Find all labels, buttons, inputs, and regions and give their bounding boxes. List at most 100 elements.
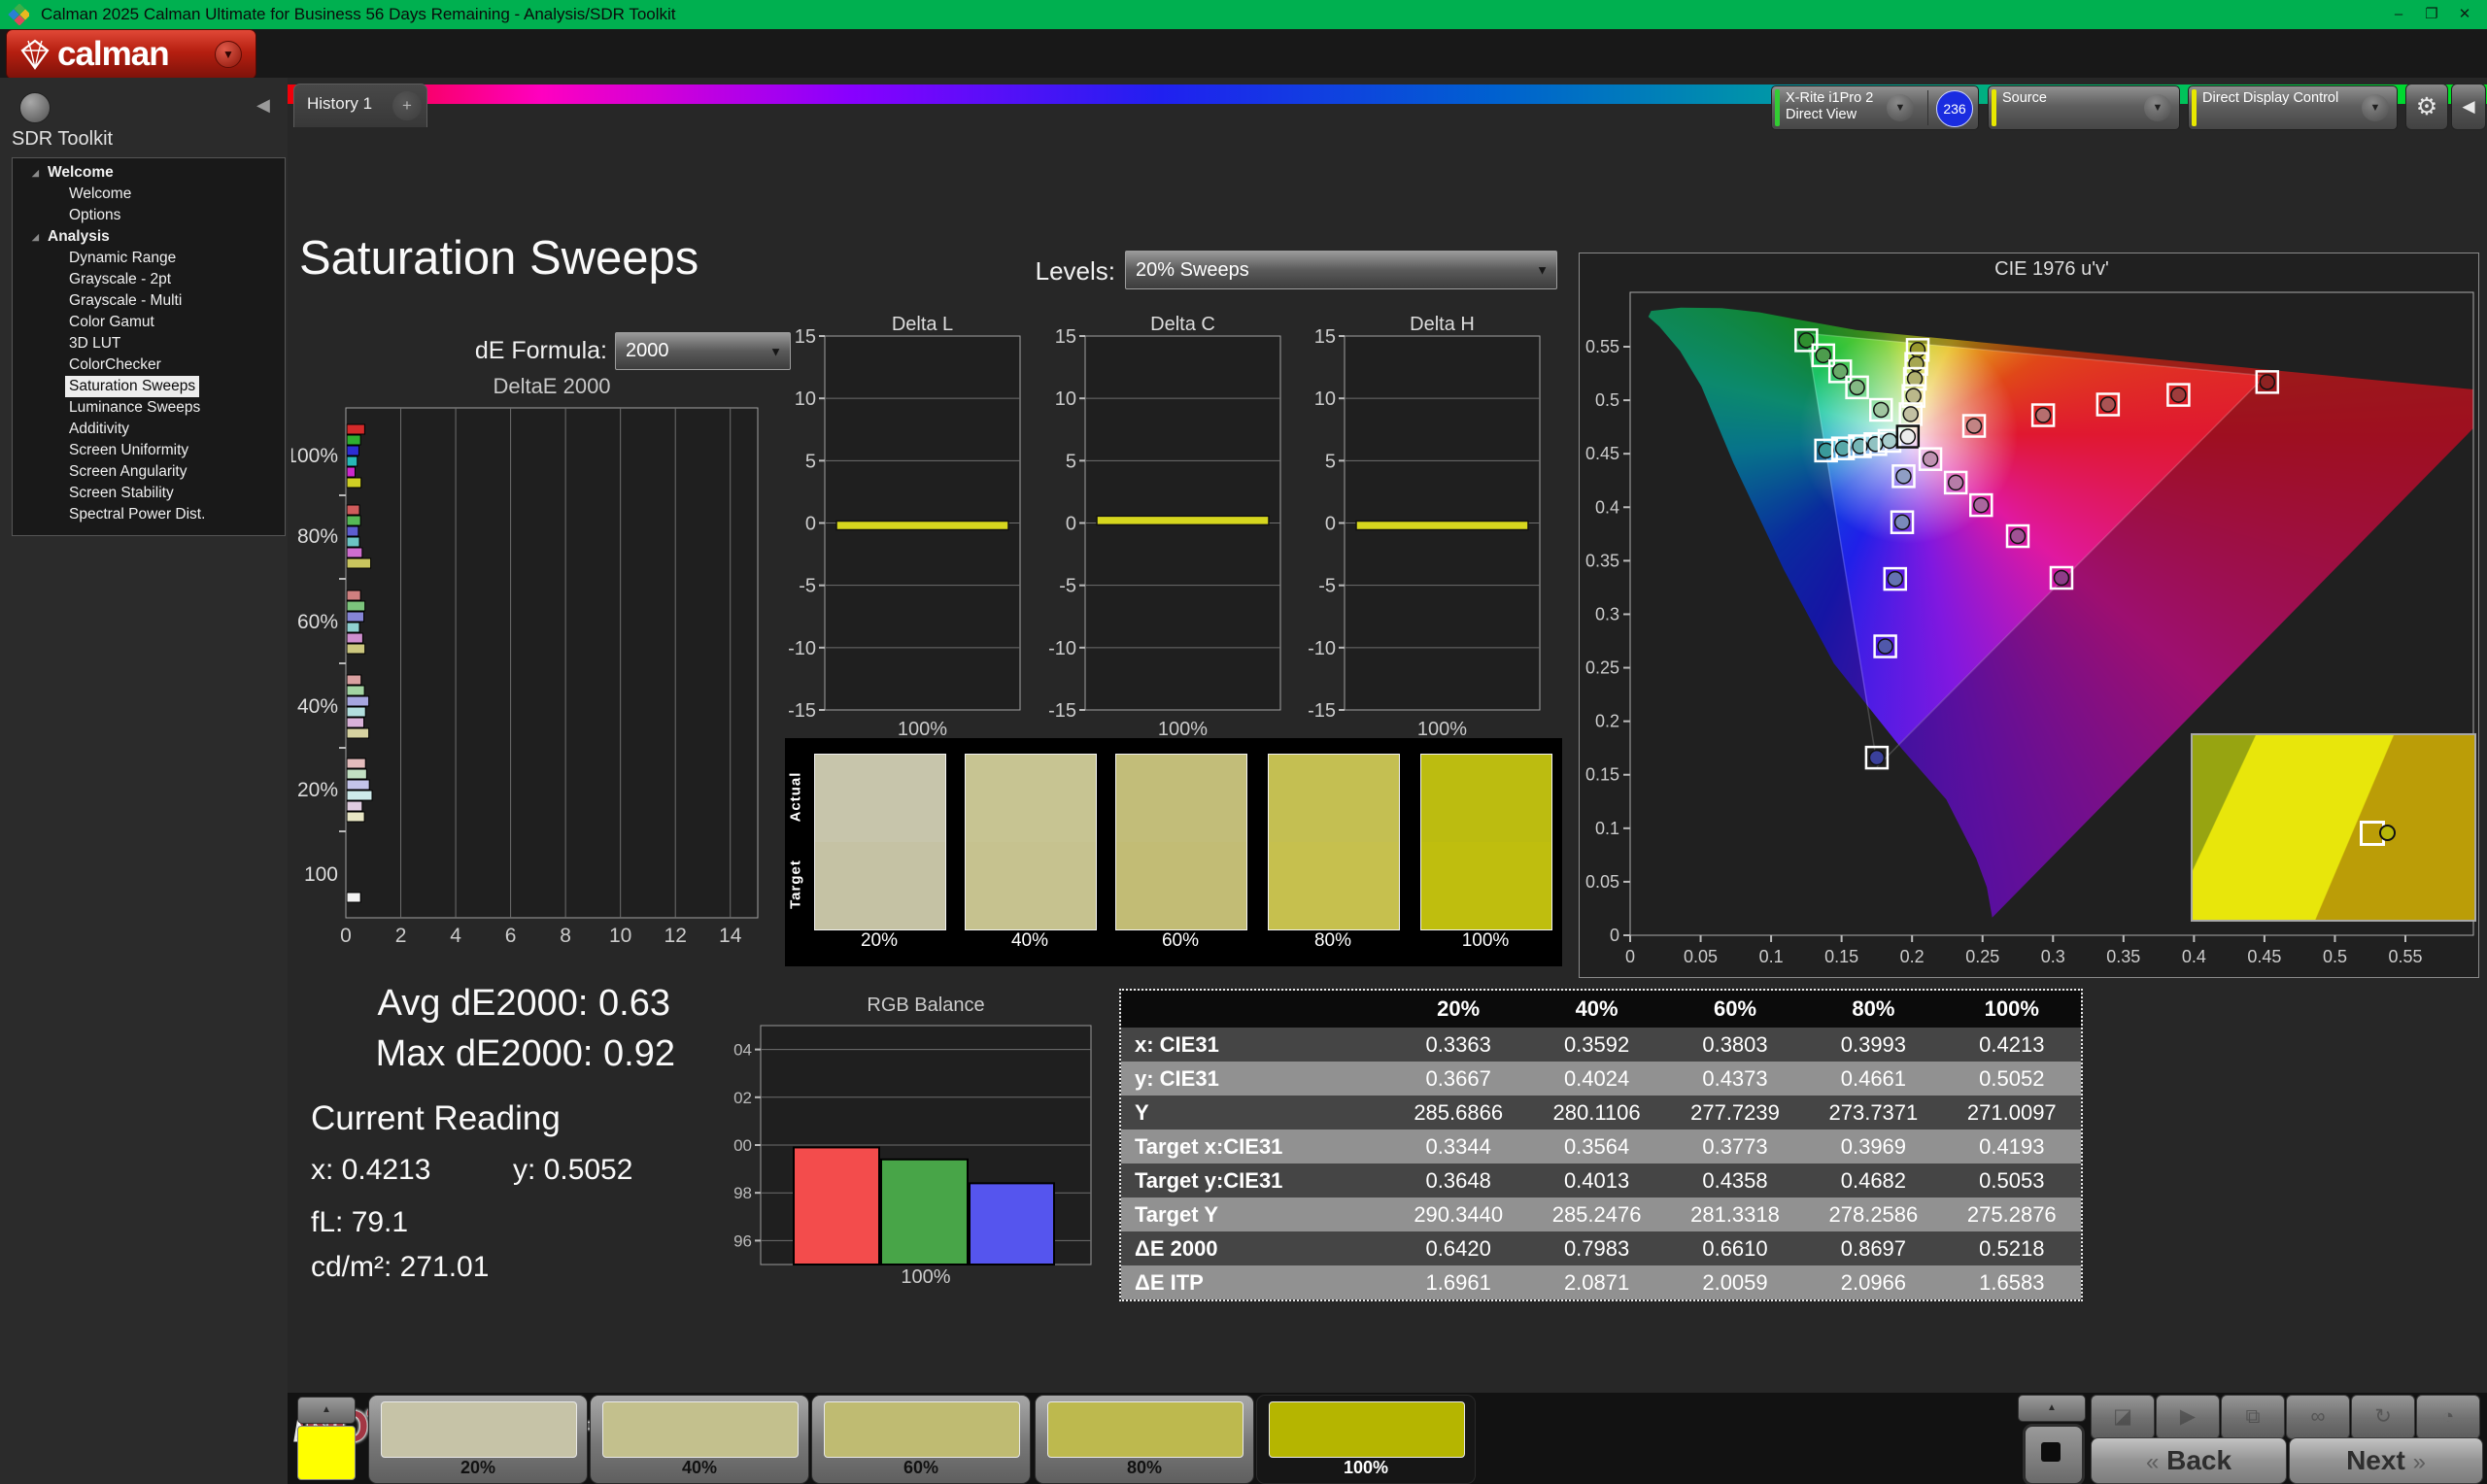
- svg-text:20%: 20%: [297, 779, 338, 801]
- sidebar-item-analysis[interactable]: ◢Analysis: [13, 226, 285, 248]
- svg-text:100%: 100%: [1158, 719, 1208, 740]
- maximize-button[interactable]: ❐: [2415, 0, 2448, 29]
- display-dropdown-arrow-icon[interactable]: ▼: [2362, 94, 2389, 121]
- svg-text:0.35: 0.35: [1585, 551, 1619, 570]
- table-value: 273.7371: [1804, 1096, 1942, 1130]
- sidebar-item-dynamic-range[interactable]: Dynamic Range: [13, 248, 285, 269]
- svg-text:5: 5: [805, 451, 816, 472]
- loop-button[interactable]: ∞: [2286, 1395, 2350, 1439]
- layout-icon: ⧉: [2246, 1405, 2261, 1428]
- calman-menu-dropdown-icon[interactable]: ▼: [215, 41, 242, 68]
- sidebar-item-luminance-sweeps[interactable]: Luminance Sweeps: [13, 397, 285, 419]
- svg-text:100%: 100%: [291, 445, 338, 467]
- table-value: 285.2476: [1527, 1197, 1665, 1231]
- meter-dropdown[interactable]: X-Rite i1Pro 2 Direct View ▼ 236: [1771, 85, 1979, 130]
- settings-button[interactable]: ⚙: [2405, 84, 2448, 130]
- calman-logo-button[interactable]: calman ▼: [6, 29, 256, 80]
- sidebar-item-screen-uniformity[interactable]: Screen Uniformity: [13, 440, 285, 461]
- tab-history-1[interactable]: History 1 +: [293, 84, 427, 127]
- expander-icon[interactable]: ◢: [32, 162, 39, 184]
- target-color: [1421, 842, 1551, 929]
- swatch-label: 60%: [1115, 930, 1245, 952]
- minimize-button[interactable]: –: [2382, 0, 2415, 29]
- nav-expand-button[interactable]: ▲: [2018, 1395, 2086, 1422]
- sidebar-collapse-icon[interactable]: ◀: [256, 95, 270, 116]
- svg-text:14: 14: [719, 925, 742, 947]
- pattern-button-100%[interactable]: 100%: [1256, 1395, 1476, 1484]
- svg-text:6: 6: [505, 925, 517, 947]
- refresh-button[interactable]: ↻: [2351, 1395, 2415, 1439]
- svg-text:40%: 40%: [297, 695, 338, 718]
- sidebar-item-grayscale-multi[interactable]: Grayscale - Multi: [13, 290, 285, 312]
- play-button[interactable]: ▶: [2156, 1395, 2220, 1439]
- sidebar-item-grayscale-2pt[interactable]: Grayscale - 2pt: [13, 269, 285, 290]
- de-formula-select[interactable]: 2000 ▼: [615, 332, 791, 370]
- pattern-button-60%[interactable]: 60%: [811, 1395, 1031, 1484]
- sidebar-item-screen-stability[interactable]: Screen Stability: [13, 483, 285, 504]
- svg-text:-15: -15: [788, 700, 816, 722]
- svg-text:RGB Balance: RGB Balance: [867, 995, 984, 1016]
- svg-text:-5: -5: [799, 576, 816, 597]
- table-value: 290.3440: [1389, 1197, 1527, 1231]
- sidebar-item-color-gamut[interactable]: Color Gamut: [13, 312, 285, 333]
- panel-collapse-button[interactable]: ◀: [2451, 84, 2486, 130]
- back-button[interactable]: « Back: [2091, 1437, 2287, 1484]
- column-header: 40%: [1527, 991, 1665, 1028]
- pattern-chip: [1269, 1401, 1465, 1458]
- sidebar-item-3d-lut[interactable]: 3D LUT: [13, 333, 285, 354]
- sidebar-item-spectral-power-dist-[interactable]: Spectral Power Dist.: [13, 504, 285, 525]
- calman-diamond-icon: [18, 38, 51, 71]
- svg-text:0.55: 0.55: [2388, 947, 2422, 966]
- next-button[interactable]: Next »: [2289, 1437, 2483, 1484]
- svg-text:80%: 80%: [297, 525, 338, 548]
- source-dropdown[interactable]: Source ▼: [1988, 85, 2180, 130]
- swatch-label: 100%: [1420, 930, 1550, 952]
- levels-select[interactable]: 20% Sweeps ▼: [1125, 251, 1557, 289]
- sidebar-orb-button[interactable]: [19, 92, 51, 123]
- pattern-button-80%[interactable]: 80%: [1035, 1395, 1254, 1484]
- actual-color: [1269, 755, 1399, 842]
- tab-label: History 1: [307, 94, 372, 114]
- meter-dropdown-arrow-icon[interactable]: ▼: [1887, 94, 1914, 121]
- pattern-corner-swatch[interactable]: [297, 1426, 356, 1480]
- display-control-label: Direct Display Control: [2202, 90, 2338, 107]
- svg-text:0.4: 0.4: [2182, 947, 2206, 966]
- expander-icon[interactable]: ◢: [32, 226, 39, 248]
- pattern-chip: [824, 1401, 1020, 1458]
- meter-status-stripe: [1775, 89, 1780, 126]
- display-control-dropdown[interactable]: Direct Display Control ▼: [2188, 85, 2398, 130]
- sidebar-item-welcome[interactable]: Welcome: [13, 184, 285, 205]
- svg-text:-15: -15: [1308, 700, 1336, 722]
- target-color: [815, 842, 945, 929]
- swatch-label: 40%: [965, 930, 1095, 952]
- table-value: 0.4682: [1804, 1164, 1942, 1197]
- svg-text:0.25: 0.25: [1585, 658, 1619, 678]
- svg-text:98: 98: [733, 1184, 752, 1202]
- svg-text:0: 0: [1066, 514, 1076, 535]
- sidebar-item-saturation-sweeps[interactable]: Saturation Sweeps: [13, 376, 285, 397]
- up-arrow-icon: ▲: [2047, 1402, 2057, 1413]
- source-dropdown-arrow-icon[interactable]: ▼: [2144, 94, 2171, 121]
- add-tab-button[interactable]: +: [392, 91, 422, 120]
- deltae2000-chart: DeltaE 200002468101214100%80%60%40%20%10…: [291, 374, 777, 957]
- snapshot-button[interactable]: ◪: [2091, 1395, 2155, 1439]
- actual-row-label: Actual: [788, 763, 804, 831]
- pattern-button-20%[interactable]: 20%: [368, 1395, 588, 1484]
- table-value: 0.4024: [1527, 1062, 1665, 1096]
- pattern-corner-expand-button[interactable]: ▲: [297, 1397, 356, 1424]
- levels-value: 20% Sweeps: [1136, 259, 1249, 282]
- table-value: 0.6610: [1666, 1231, 1804, 1265]
- close-button[interactable]: ✕: [2448, 0, 2481, 29]
- svg-text:Delta H: Delta H: [1410, 316, 1475, 335]
- sidebar-item-options[interactable]: Options: [13, 205, 285, 226]
- sidebar-item-screen-angularity[interactable]: Screen Angularity: [13, 461, 285, 483]
- sidebar-item-additivity[interactable]: Additivity: [13, 419, 285, 440]
- pattern-button-40%[interactable]: 40%: [590, 1395, 809, 1484]
- stop-button[interactable]: [2023, 1424, 2085, 1484]
- sidebar-item-welcome[interactable]: ◢Welcome: [13, 162, 285, 184]
- sidebar-item-colorchecker[interactable]: ColorChecker: [13, 354, 285, 376]
- row-label: x: CIE31: [1121, 1028, 1389, 1062]
- pattern-label: 40%: [591, 1458, 808, 1478]
- layout-button[interactable]: ⧉: [2221, 1395, 2285, 1439]
- timer-button[interactable]: ◔: [2416, 1395, 2480, 1439]
